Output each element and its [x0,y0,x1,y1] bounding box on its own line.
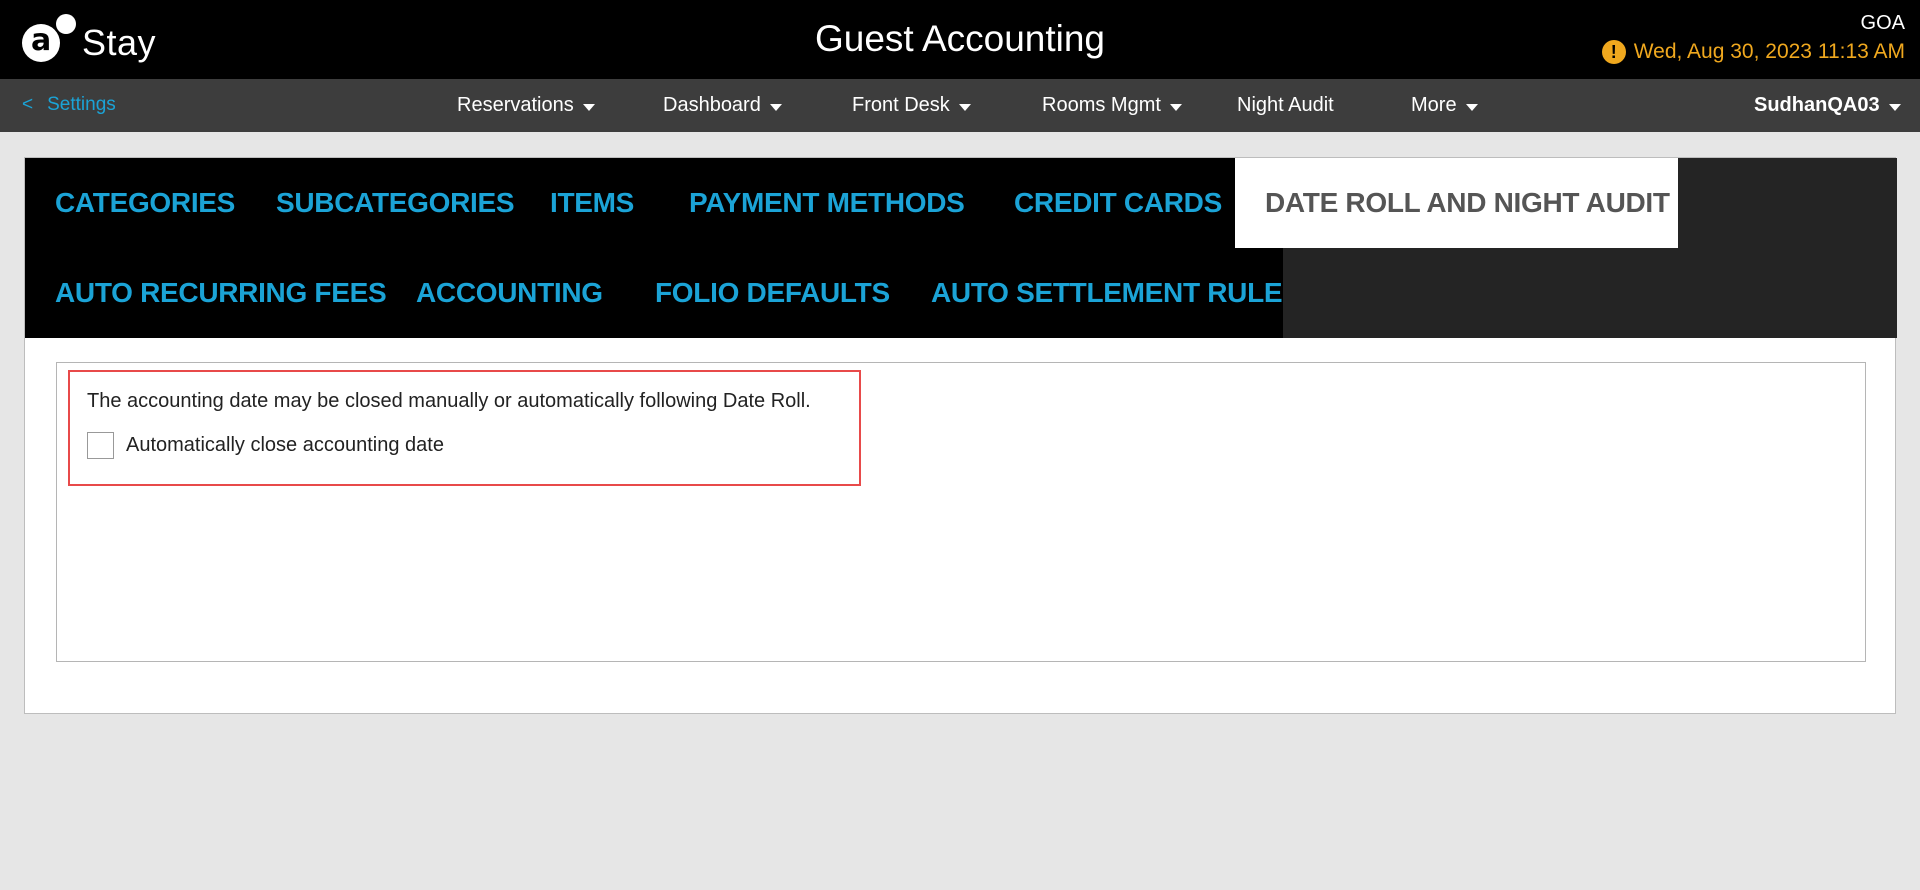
nav-reservations[interactable]: Reservations [457,94,595,117]
caret-down-icon [1888,103,1901,111]
highlighted-section: The accounting date may be closed manual… [68,370,861,486]
tab-auto-recurring-fees[interactable]: AUTO RECURRING FEES [55,248,387,338]
nav-rooms-mgmt[interactable]: Rooms Mgmt [1042,94,1182,117]
tab-row-1: CATEGORIES SUBCATEGORIES ITEMS PAYMENT M… [25,158,1897,248]
caret-down-icon [1169,103,1182,111]
auto-close-checkbox[interactable] [87,432,114,459]
nav-label: More [1411,94,1457,116]
user-menu[interactable]: SudhanQA03 [1754,94,1901,117]
tab-accounting[interactable]: ACCOUNTING [416,248,603,338]
app-header: Stay Guest Accounting GOA ! Wed, Aug 30,… [0,0,1920,79]
tab-payment-methods[interactable]: PAYMENT METHODS [689,158,965,248]
date-roll-settings-panel: The accounting date may be closed manual… [56,362,1866,662]
caret-down-icon [582,103,595,111]
auto-close-checkbox-label[interactable]: Automatically close accounting date [126,434,444,457]
tab-date-roll-and-night-audit[interactable]: DATE ROLL AND NIGHT AUDIT [1235,158,1678,248]
caret-down-icon [1465,103,1478,111]
tab-categories[interactable]: CATEGORIES [55,158,235,248]
tab-subcategories[interactable]: SUBCATEGORIES [276,158,515,248]
chevron-left-icon: < [22,94,34,115]
nav-label: Front Desk [852,94,950,116]
nav-night-audit[interactable]: Night Audit [1237,94,1334,117]
nav-label: Rooms Mgmt [1042,94,1161,116]
nav-label: Dashboard [663,94,761,116]
nav-label: Night Audit [1237,94,1334,116]
nav-dashboard[interactable]: Dashboard [663,94,782,117]
warning-icon: ! [1601,40,1626,64]
caret-down-icon [958,103,971,111]
accounting-date-description: The accounting date may be closed manual… [87,390,811,412]
settings-card: CATEGORIES SUBCATEGORIES ITEMS PAYMENT M… [24,157,1897,714]
tab-folio-defaults[interactable]: FOLIO DEFAULTS [655,248,890,338]
user-name: SudhanQA03 [1754,94,1880,116]
tab-credit-cards[interactable]: CREDIT CARDS [1014,158,1222,248]
business-date: ! Wed, Aug 30, 2023 11:13 AM [1601,40,1905,64]
tab-items[interactable]: ITEMS [550,158,634,248]
datetime-text: Wed, Aug 30, 2023 11:13 AM [1633,40,1905,63]
tab-row-2: AUTO RECURRING FEES ACCOUNTING FOLIO DEF… [25,248,1897,338]
nav-label: Reservations [457,94,574,116]
nav-front-desk[interactable]: Front Desk [852,94,971,117]
caret-down-icon [769,103,782,111]
back-link-label: Settings [47,94,116,115]
back-to-settings-link[interactable]: < Settings [22,94,116,116]
nav-more[interactable]: More [1411,94,1478,117]
main-nav: < Settings Reservations Dashboard Front … [0,79,1920,132]
auto-close-accounting-date-option[interactable]: Automatically close accounting date [87,432,444,459]
tab-auto-settlement-rule[interactable]: AUTO SETTLEMENT RULE [931,248,1283,338]
property-code: GOA [1860,12,1905,34]
